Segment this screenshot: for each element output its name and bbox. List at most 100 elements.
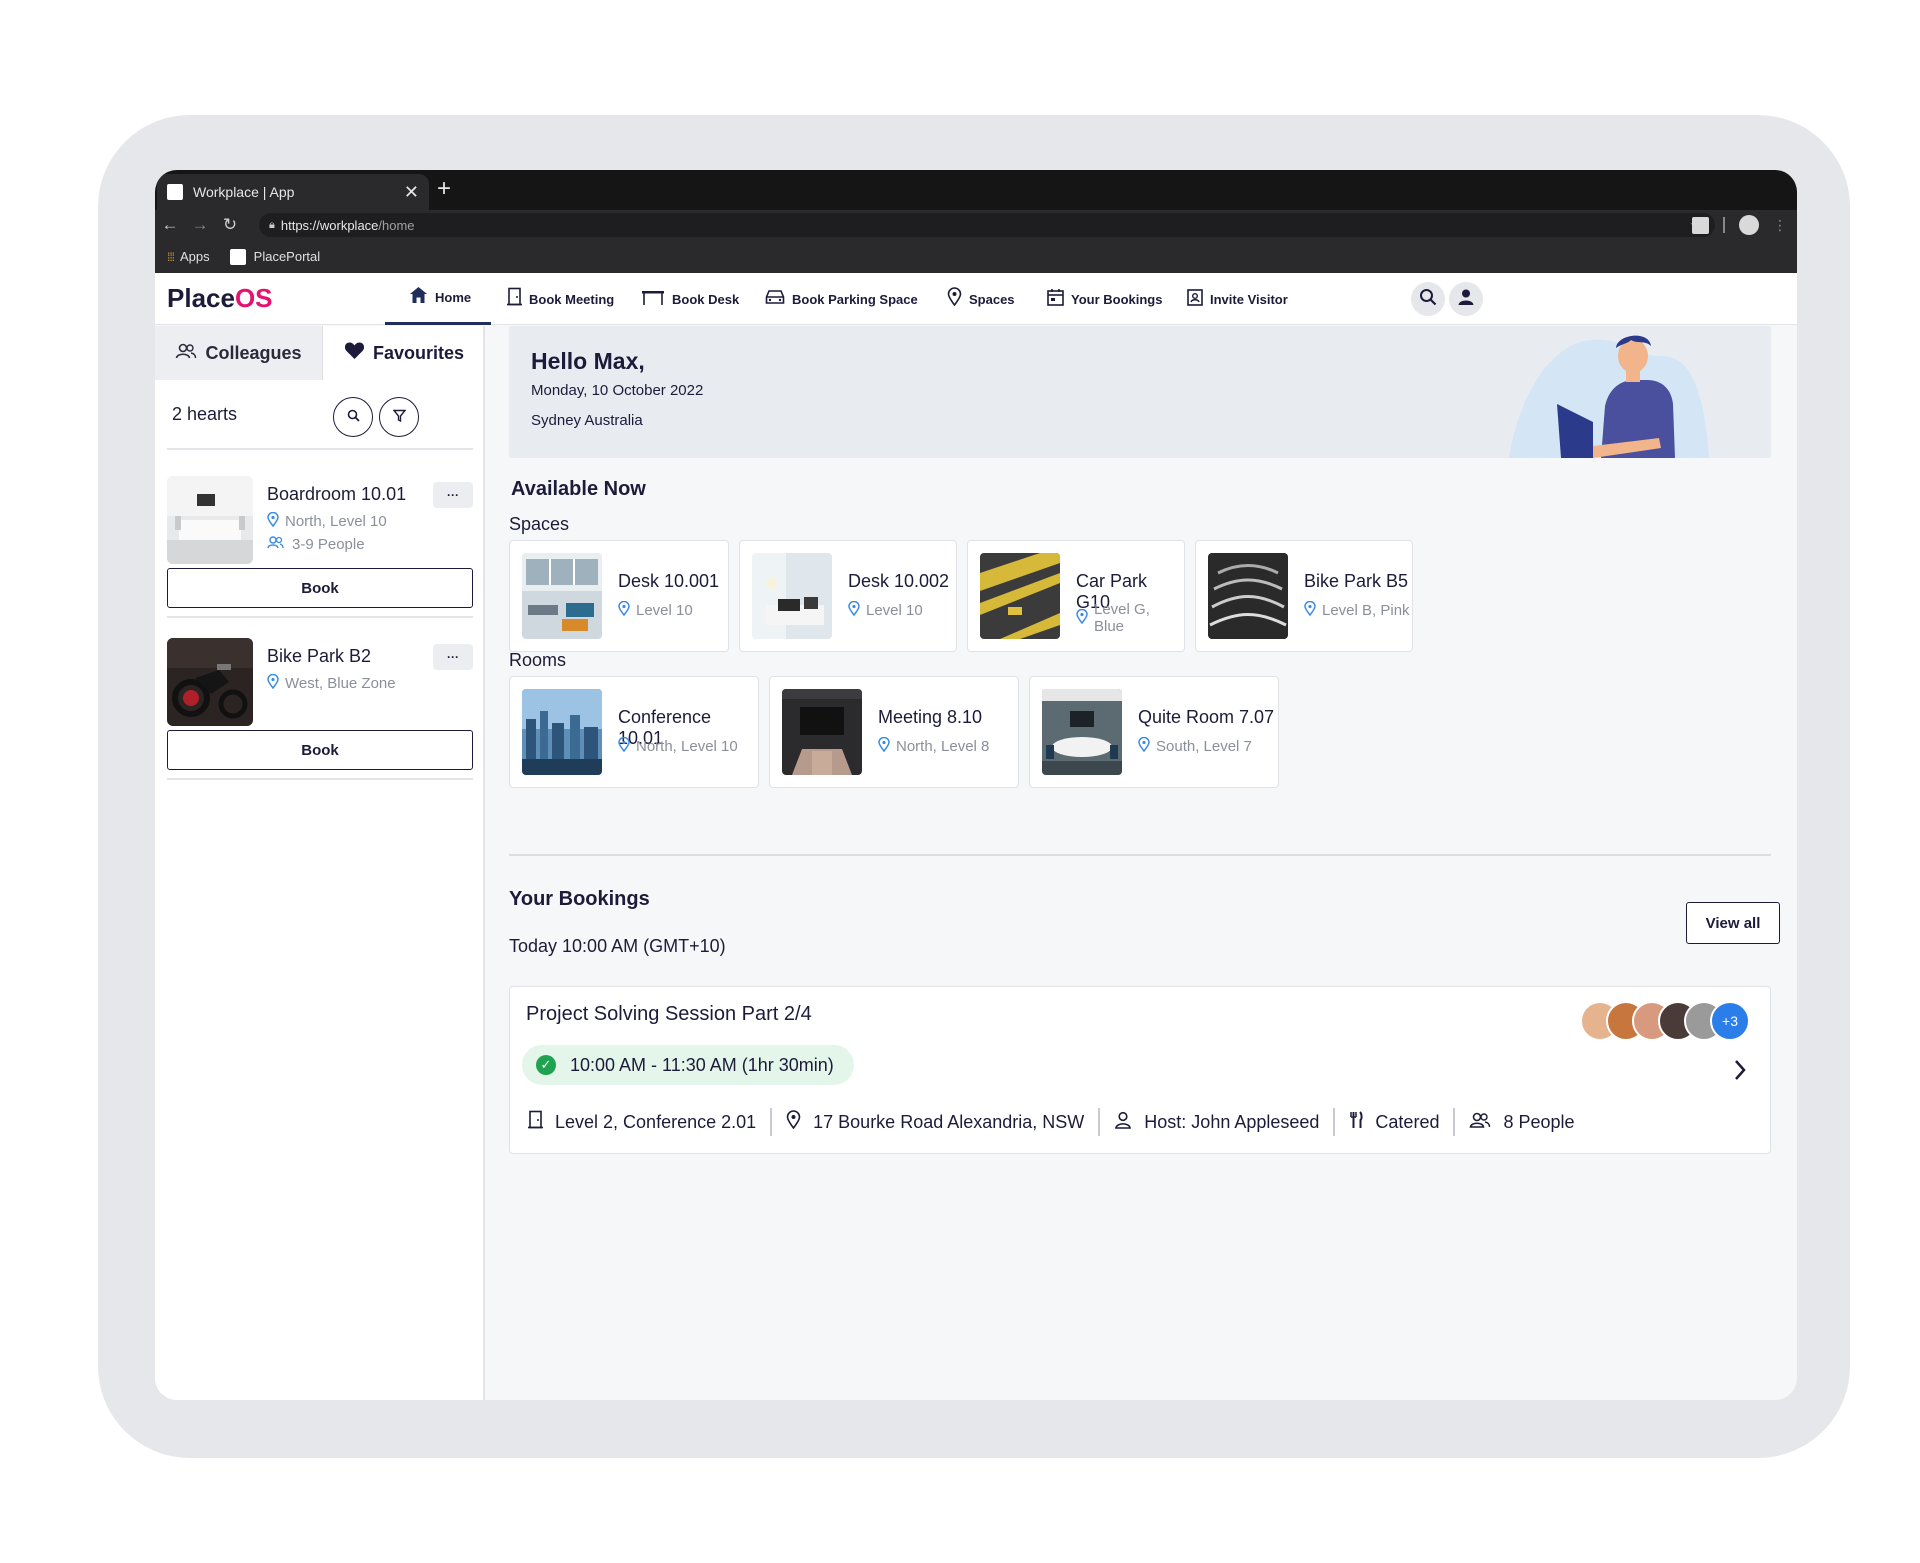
- nav-invite-visitor-label: Invite Visitor: [1210, 291, 1288, 307]
- nav-invite-visitor[interactable]: Invite Visitor: [1187, 273, 1288, 325]
- url-field[interactable]: 🔒︎ https://workplace/home ☆: [259, 213, 1715, 237]
- favourite-item: Bike Park B2 West, Blue Zone ··· Book: [167, 638, 473, 770]
- bookmark-placeportal-label: PlacePortal: [253, 249, 321, 264]
- room-location-text: North, Level 10: [636, 738, 738, 755]
- nav-book-desk[interactable]: Book Desk: [641, 273, 739, 325]
- view-all-button[interactable]: View all: [1686, 902, 1780, 944]
- room-location-text: South, Level 7: [1156, 738, 1252, 755]
- nav-book-meeting-label: Book Meeting: [529, 291, 615, 307]
- placeos-logo[interactable]: PlaceOS: [167, 283, 273, 314]
- detail-separator: [770, 1108, 773, 1136]
- url-path: /home: [378, 217, 415, 233]
- address-bar: ← → ↻ 🔒︎ https://workplace/home ☆ ⋮: [155, 210, 1797, 240]
- nav-book-parking[interactable]: Book Parking Space: [765, 273, 918, 325]
- search-button[interactable]: [1411, 282, 1445, 316]
- booking-time-heading: Today 10:00 AM (GMT+10): [509, 936, 726, 956]
- new-tab-icon[interactable]: +: [437, 175, 451, 203]
- rooms-heading: Rooms: [509, 650, 567, 670]
- nav-home[interactable]: Home: [385, 273, 492, 325]
- browser-tab[interactable]: Workplace | App ✕: [157, 174, 429, 210]
- person-icon: [1114, 1111, 1132, 1134]
- room-card[interactable]: Meeting 8.10 North, Level 8: [769, 676, 1019, 788]
- room-card[interactable]: Conference 10.01 North, Level 10: [509, 676, 759, 788]
- bookmark-apps[interactable]: ⁞⁞⁞ Apps: [167, 249, 210, 264]
- book-button[interactable]: Book: [167, 568, 473, 608]
- browser-menu-icon[interactable]: ⋮: [1773, 217, 1787, 234]
- chevron-right-icon[interactable]: [1732, 1057, 1748, 1089]
- booking-room-text: Level 2, Conference 2.01: [555, 1111, 757, 1132]
- desk-photo: [522, 553, 602, 639]
- nav-book-meeting[interactable]: Book Meeting: [507, 273, 614, 325]
- space-card[interactable]: Bike Park B5 Level B, Pink: [1195, 540, 1413, 652]
- boardroom-thumbnail: [167, 476, 253, 564]
- app-header: PlaceOS Home Book Meeting Book Desk Book…: [155, 273, 1797, 325]
- booking-card[interactable]: Project Solving Session Part 2/4 ✓ 10:00…: [509, 986, 1771, 1154]
- profile-icon[interactable]: [1739, 215, 1759, 235]
- space-card[interactable]: Desk 10.002 Level 10: [739, 540, 957, 652]
- logo-text-os: OS: [234, 283, 273, 313]
- space-location-text: Level B, Pink: [1322, 602, 1410, 619]
- booking-address: 17 Bourke Road Alexandria, NSW: [786, 1110, 1084, 1134]
- tab-favourites[interactable]: Favourites: [323, 326, 485, 380]
- nav-your-bookings[interactable]: Your Bookings: [1047, 273, 1162, 325]
- app-screen: Workplace | App ✕ + ← → ↻ 🔒︎ https://wor…: [155, 170, 1797, 1400]
- detail-separator: [1453, 1108, 1456, 1136]
- home-icon: [409, 286, 428, 309]
- check-circle-icon: ✓: [536, 1055, 556, 1075]
- filter-icon: [392, 409, 406, 425]
- space-card[interactable]: Car Park G10 Level G, Blue: [967, 540, 1185, 652]
- close-tab-icon[interactable]: ✕: [404, 182, 419, 203]
- bookmarks-bar: ⁞⁞⁞ Apps PlacePortal: [155, 240, 1797, 273]
- space-location-text: Level G, Blue: [1094, 601, 1150, 635]
- map-pin-icon: [947, 287, 962, 311]
- space-card[interactable]: Desk 10.001 Level 10: [509, 540, 729, 652]
- greeting-name: Hello Max,: [531, 348, 645, 374]
- sidebar-search-button[interactable]: [333, 397, 373, 437]
- favourite-location: West, Blue Zone: [267, 673, 396, 693]
- hearts-count: 2 hearts: [172, 404, 238, 424]
- booking-catering-text: Catered: [1375, 1111, 1440, 1132]
- url-host: https://workplace: [280, 217, 379, 233]
- extension-icon[interactable]: [1692, 216, 1709, 234]
- available-now-heading: Available Now: [511, 478, 646, 500]
- space-location-text: Level 10: [866, 602, 923, 619]
- section-divider: [509, 854, 1771, 856]
- detail-separator: [1333, 1108, 1336, 1136]
- attendee-avatars[interactable]: +3: [1580, 1001, 1750, 1041]
- account-button[interactable]: [1449, 282, 1483, 316]
- sidebar-divider: [167, 778, 473, 780]
- reload-icon[interactable]: ↻: [215, 215, 245, 235]
- room-location: North, Level 8: [878, 736, 989, 756]
- more-attendees-badge: +3: [1710, 1001, 1750, 1041]
- detail-separator: [1098, 1108, 1101, 1136]
- more-options-button[interactable]: ···: [433, 482, 473, 508]
- favourite-item: Boardroom 10.01 North, Level 10 3-9 Peop…: [167, 476, 473, 608]
- bookmark-placeportal[interactable]: PlacePortal: [229, 248, 321, 265]
- nav-spaces-label: Spaces: [969, 291, 1015, 307]
- toolbar-divider: [1723, 217, 1725, 233]
- meeting-room-photo: [782, 689, 862, 775]
- search-icon: [1419, 288, 1437, 311]
- logo-text: Place: [167, 283, 235, 313]
- book-button[interactable]: Book: [167, 730, 473, 770]
- more-options-button[interactable]: ···: [433, 644, 473, 670]
- booking-time-pill: ✓ 10:00 AM - 11:30 AM (1hr 30min): [522, 1045, 854, 1085]
- booking-host: Host: John Appleseed: [1114, 1111, 1319, 1134]
- back-icon[interactable]: ←: [155, 215, 185, 235]
- map-pin-icon: [786, 1110, 801, 1134]
- tab-favicon-icon: [167, 184, 183, 200]
- car-icon: [765, 289, 785, 310]
- people-icon: [1469, 1112, 1491, 1133]
- nav-spaces[interactable]: Spaces: [947, 273, 1015, 325]
- favourite-capacity: 3-9 People: [267, 536, 365, 553]
- tab-colleagues[interactable]: Colleagues: [155, 326, 323, 380]
- browser-tabbar: Workplace | App ✕ +: [155, 170, 1797, 210]
- greeting-banner: Hello Max, Monday, 10 October 2022 Sydne…: [509, 326, 1771, 458]
- room-card[interactable]: Quite Room 7.07 South, Level 7: [1029, 676, 1279, 788]
- conference-room-photo: [522, 689, 602, 775]
- desk-icon: [641, 289, 665, 310]
- room-title: Meeting 8.10: [878, 707, 983, 727]
- sidebar-filter-button[interactable]: [379, 397, 419, 437]
- booking-catering: Catered: [1349, 1110, 1440, 1134]
- forward-icon[interactable]: →: [185, 215, 215, 235]
